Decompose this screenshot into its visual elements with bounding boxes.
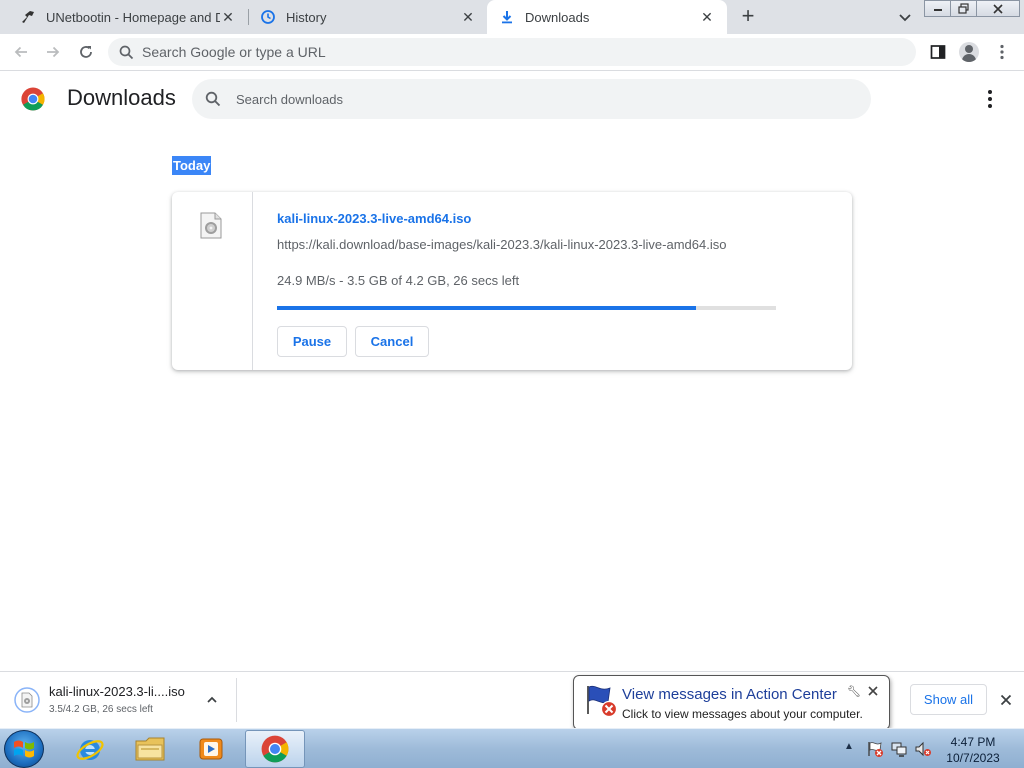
folder-icon <box>135 737 165 761</box>
internet-explorer-icon <box>76 740 104 760</box>
close-icon[interactable]: ✕ <box>460 9 476 25</box>
progress-fill <box>277 306 697 310</box>
settings-wrench-icon[interactable]: 🔧︎ <box>847 685 861 698</box>
download-status-text: 24.9 MB/s - 3.5 GB of 4.2 GB, 26 secs le… <box>277 273 520 288</box>
download-source-url[interactable]: https://kali.download/base-images/kali-2… <box>277 237 726 252</box>
menu-icon[interactable] <box>991 41 1013 63</box>
download-item-card: kali-linux-2023.3-live-amd64.iso https:/… <box>172 192 852 370</box>
tab-label: Downloads <box>525 9 590 25</box>
download-progress-bar <box>277 306 776 310</box>
tab-search-chevron-icon[interactable] <box>894 6 916 28</box>
close-icon[interactable]: ✕ <box>220 9 236 25</box>
show-all-button[interactable]: Show all <box>910 684 987 715</box>
action-center-tray-icon[interactable] <box>865 739 885 759</box>
close-icon[interactable]: ✕ <box>699 9 715 25</box>
internet-explorer-taskbar-button[interactable] <box>62 730 118 768</box>
search-icon <box>205 91 221 107</box>
reload-button[interactable] <box>73 39 99 65</box>
volume-muted-icon[interactable] <box>913 739 933 759</box>
pause-button[interactable]: Pause <box>277 326 347 357</box>
history-icon <box>260 9 276 25</box>
downloads-search-bar[interactable]: Search downloads <box>192 79 871 119</box>
clock-date: 10/7/2023 <box>946 751 1000 765</box>
close-icon[interactable] <box>866 684 880 698</box>
cancel-button[interactable]: Cancel <box>355 326 429 357</box>
close-shelf-icon[interactable] <box>996 690 1016 710</box>
close-window-button[interactable] <box>976 0 1020 17</box>
minimize-button[interactable] <box>924 0 951 17</box>
window-controls <box>924 0 1020 17</box>
chrome-icon <box>261 735 289 763</box>
profile-avatar[interactable] <box>958 41 980 63</box>
clock-time: 4:47 PM <box>950 735 996 749</box>
shelf-download-item[interactable]: kali-linux-2023.3-li....iso 3.5/4.2 GB, … <box>14 682 224 718</box>
downloads-search-input[interactable]: Search downloads <box>236 92 343 107</box>
search-icon <box>119 45 134 60</box>
unetbootin-icon <box>20 9 36 25</box>
address-input[interactable]: Search Google or type a URL <box>142 44 326 60</box>
media-player-icon <box>199 738 223 760</box>
back-button[interactable] <box>8 39 34 65</box>
start-button[interactable] <box>4 730 44 768</box>
side-panel-icon[interactable] <box>927 41 949 63</box>
action-center-notification[interactable]: View messages in Action Center Click to … <box>573 675 890 730</box>
system-clock[interactable]: 4:47 PM 10/7/2023 <box>942 734 1004 766</box>
disc-image-file-icon <box>14 687 40 713</box>
windows-taskbar: ▲ 4:47 PM 10/7/2023 <box>0 728 1024 768</box>
shelf-divider <box>236 678 237 722</box>
restore-button[interactable] <box>950 0 977 17</box>
notification-text: Click to view messages about your comput… <box>622 707 863 721</box>
browser-toolbar: Search Google or type a URL <box>0 34 1024 71</box>
windows-logo-icon <box>14 740 34 758</box>
download-filename-link[interactable]: kali-linux-2023.3-live-amd64.iso <box>277 211 471 226</box>
chrome-taskbar-button[interactable] <box>245 730 305 768</box>
shelf-status: 3.5/4.2 GB, 26 secs left <box>49 704 153 715</box>
date-heading: Today <box>172 156 212 175</box>
show-hidden-icons-button[interactable]: ▲ <box>844 741 854 752</box>
tab-strip: UNetbootin - Homepage and Do ✕ History ✕… <box>0 0 1024 34</box>
page-title: Downloads <box>67 85 176 110</box>
tab-label: History <box>286 9 327 25</box>
tab-unetbootin[interactable]: UNetbootin - Homepage and Do ✕ <box>0 0 248 34</box>
new-tab-button[interactable]: + <box>736 5 760 29</box>
forward-button[interactable] <box>40 39 66 65</box>
action-center-flag-icon <box>587 685 618 718</box>
file-explorer-taskbar-button[interactable] <box>122 730 178 768</box>
download-icon <box>499 9 515 25</box>
shelf-filename: kali-linux-2023.3-li....iso <box>49 684 185 699</box>
more-actions-icon[interactable] <box>980 89 1000 109</box>
tab-label: UNetbootin - Homepage and Do <box>46 9 220 25</box>
chrome-logo-icon <box>21 87 45 111</box>
notification-title: View messages in Action Center <box>622 686 837 703</box>
chevron-up-icon[interactable] <box>204 692 220 708</box>
address-bar[interactable]: Search Google or type a URL <box>108 38 916 66</box>
avatar-icon <box>959 42 979 62</box>
media-player-taskbar-button[interactable] <box>183 730 239 768</box>
disc-image-file-icon <box>200 212 222 239</box>
network-icon[interactable] <box>889 739 909 759</box>
tab-history[interactable]: History ✕ <box>240 0 488 34</box>
file-icon-column <box>172 192 253 370</box>
tab-downloads[interactable]: Downloads ✕ <box>487 0 727 34</box>
